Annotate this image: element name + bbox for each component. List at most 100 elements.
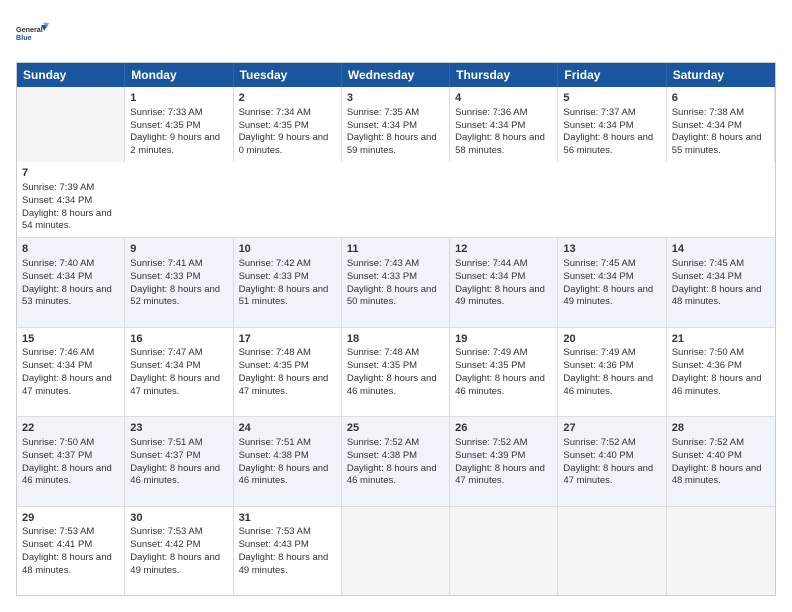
sunset: Sunset: 4:36 PM [672,360,742,371]
calendar-cell: 14Sunrise: 7:45 AMSunset: 4:34 PMDayligh… [667,238,775,326]
daylight: Daylight: 8 hours and 46 minutes. [563,373,653,397]
daylight: Daylight: 8 hours and 46 minutes. [22,463,112,487]
calendar-cell: 17Sunrise: 7:48 AMSunset: 4:35 PMDayligh… [234,328,342,416]
calendar-body: 1Sunrise: 7:33 AMSunset: 4:35 PMDaylight… [17,87,775,595]
sunset: Sunset: 4:34 PM [455,271,525,282]
day-number: 4 [455,91,552,106]
calendar-cell: 20Sunrise: 7:49 AMSunset: 4:36 PMDayligh… [558,328,666,416]
sunset: Sunset: 4:33 PM [239,271,309,282]
day-number: 26 [455,421,552,436]
calendar-week-row: 8Sunrise: 7:40 AMSunset: 4:34 PMDaylight… [17,237,775,326]
calendar-cell: 29Sunrise: 7:53 AMSunset: 4:41 PMDayligh… [17,507,125,595]
svg-text:Blue: Blue [16,33,32,42]
calendar-week-row: 15Sunrise: 7:46 AM Sunset: 4:34 PM Dayligh… [17,327,775,416]
day-number: 6 [672,91,769,106]
day-number: 12 [455,242,552,257]
calendar-header-cell: Monday [125,63,233,87]
sunrise: Sunrise: 7:45 AM [563,258,635,269]
calendar-week-row: 29Sunrise: 7:53 AMSunset: 4:41 PMDayligh… [17,506,775,595]
daylight: Daylight: 8 hours and 54 minutes. [22,208,112,232]
calendar-cell: 5Sunrise: 7:37 AM Sunset: 4:34 PMDaylight… [558,87,666,162]
daylight: Daylight: 9 hours and 0 minutes. [239,132,329,156]
sunrise: Sunrise: 7:51 AM [130,437,202,448]
sunset: Sunset: 4:36 PM [563,360,633,371]
calendar-cell: 22Sunrise: 7:50 AMSunset: 4:37 PMDayligh… [17,417,125,505]
day-number: 30 [130,511,227,526]
daylight: Daylight: 8 hours and 47 minutes. [130,373,220,397]
calendar-cell: 27Sunrise: 7:52 AMSunset: 4:40 PMDayligh… [558,417,666,505]
sunset: Sunset: 4:34 PM [563,271,633,282]
calendar-cell: 28Sunrise: 7:52 AMSunset: 4:40 PMDayligh… [667,417,775,505]
sunset: Sunset: 4:37 PM [130,450,200,461]
sunset: Sunset: 4:34 PM [130,360,200,371]
calendar-cell [558,507,666,595]
sunrise: Sunrise: 7:34 AM [239,107,311,118]
calendar-cell: 24Sunrise: 7:51 AMSunset: 4:38 PMDayligh… [234,417,342,505]
daylight: Daylight: 8 hours and 55 minutes. [672,132,762,156]
sunrise: Sunrise: 7:50 AM [672,347,744,358]
sunset: Sunset: 4:35 PM [455,360,525,371]
sunrise: Sunrise: 7:53 AM [130,526,202,537]
sunset: Sunset: 4:34 PM [455,120,525,131]
calendar: SundayMondayTuesdayWednesdayThursdayFrid… [16,62,776,596]
logo-icon: GeneralBlue [16,16,52,52]
daylight: Daylight: 8 hours and 49 minutes. [239,552,329,576]
day-number: 15 [22,332,119,347]
header: GeneralBlue [16,16,776,52]
calendar-header-cell: Sunday [17,63,125,87]
calendar-cell: 1Sunrise: 7:33 AMSunset: 4:35 PMDaylight… [125,87,233,162]
sunrise: Sunrise: 7:46 AM [22,347,94,358]
daylight: Daylight: 8 hours and 48 minutes. [672,284,762,308]
sunrise: Sunrise: 7:47 AM [130,347,202,358]
calendar-header-cell: Thursday [450,63,558,87]
day-number: 9 [130,242,227,257]
sunset: Sunset: 4:34 PM [672,271,742,282]
calendar-cell [667,507,775,595]
day-number: 5 [563,91,660,106]
calendar-header-cell: Tuesday [234,63,342,87]
calendar-cell: 4Sunrise: 7:36 AMSunset: 4:34 PMDaylight… [450,87,558,162]
sunrise: Sunrise: 7:45 AM [672,258,744,269]
daylight: Daylight: 8 hours and 51 minutes. [239,284,329,308]
daylight: Daylight: 8 hours and 48 minutes. [672,463,762,487]
sunset: Sunset: 4:42 PM [130,539,200,550]
sunset: Sunset: 4:33 PM [130,271,200,282]
day-number: 11 [347,242,444,257]
calendar-cell: 23Sunrise: 7:51 AMSunset: 4:37 PMDayligh… [125,417,233,505]
daylight: Daylight: 8 hours and 47 minutes. [239,373,329,397]
sunrise: Sunrise: 7:37 AM [563,107,635,118]
sunrise: Sunrise: 7:40 AM [22,258,94,269]
day-number: 22 [22,421,119,436]
sunset: Sunset: 4:33 PM [347,271,417,282]
day-number: 24 [239,421,336,436]
sunset: Sunset: 4:40 PM [563,450,633,461]
sunrise: Sunrise: 7:35 AM [347,107,419,118]
day-number: 25 [347,421,444,436]
day-number: 3 [347,91,444,106]
calendar-cell: 18Sunrise: 7:48 AMSunset: 4:35 PMDayligh… [342,328,450,416]
day-number: 16 [130,332,227,347]
calendar-cell: 16Sunrise: 7:47 AM Sunset: 4:34 PM Dayligh… [125,328,233,416]
calendar-cell: 19Sunrise: 7:49 AMSunset: 4:35 PMDayligh… [450,328,558,416]
sunset: Sunset: 4:34 PM [347,120,417,131]
calendar-cell [450,507,558,595]
day-number: 17 [239,332,336,347]
day-number: 28 [672,421,770,436]
sunset: Sunset: 4:37 PM [22,450,92,461]
calendar-header-cell: Friday [558,63,666,87]
sunset: Sunset: 4:35 PM [347,360,417,371]
sunrise: Sunrise: 7:38 AM [672,107,744,118]
daylight: Daylight: 8 hours and 52 minutes. [130,284,220,308]
day-number: 13 [563,242,660,257]
day-number: 10 [239,242,336,257]
daylight: Daylight: 8 hours and 47 minutes. [22,373,112,397]
daylight: Daylight: 8 hours and 49 minutes. [130,552,220,576]
daylight: Daylight: 8 hours and 46 minutes. [455,373,545,397]
calendar-header-row: SundayMondayTuesdayWednesdayThursdayFrid… [17,63,775,87]
calendar-cell: 15Sunrise: 7:46 AMSunset: 4:34 PMDayligh… [17,328,125,416]
day-number: 19 [455,332,552,347]
sunrise: Sunrise: 7:52 AM [672,437,744,448]
sunset: Sunset: 4:34 PM [563,120,633,131]
calendar-page: GeneralBlue SundayMondayTuesdayWednesday… [0,0,792,612]
daylight: Daylight: 8 hours and 56 minutes. [563,132,653,156]
